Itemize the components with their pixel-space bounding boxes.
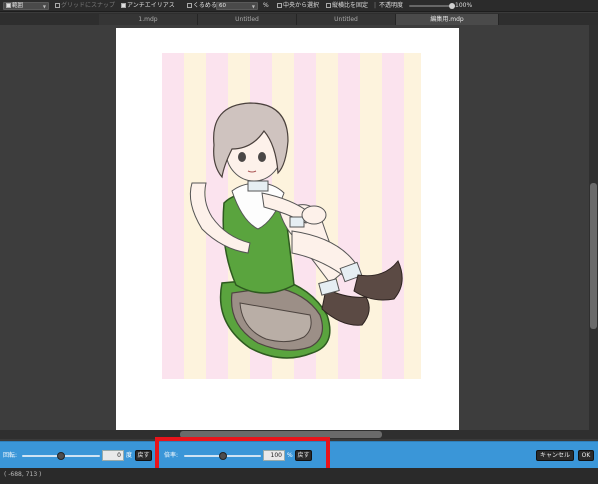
rotate-slider-knob[interactable] [57,452,65,460]
opacity-label: 不透明度 [379,2,404,9]
chevron-down-icon: ▼ [42,4,46,9]
canvas-workspace[interactable] [0,25,589,430]
wrist-cuff [289,216,305,228]
tool-options-bar: 範囲 ▼ グリッドにスナップ アンチエイリアス くるめる 60 ▼ % 中央から… [0,0,598,12]
snap-grid-checkbox[interactable] [55,3,60,8]
aspect-ratio-toggle[interactable]: 縦横比を固定 [326,0,368,12]
center-select-checkbox[interactable] [277,3,282,8]
horizontal-scrollbar-thumb[interactable] [180,431,382,438]
cancel-button[interactable]: キャンセル [536,450,574,461]
opacity-slider[interactable] [409,3,455,9]
background-stripe [404,53,421,379]
tab-document[interactable]: Untitled [198,14,297,25]
center-select-toggle[interactable]: 中央から選択 [277,0,319,12]
contain-value-select[interactable]: 60 ▼ [216,2,258,10]
rotate-label: 回転: [3,452,18,459]
mode-select[interactable]: 範囲 ▼ [3,2,49,10]
scale-unit: % [287,452,293,459]
antialias-checkbox[interactable] [121,3,126,8]
tab-document[interactable]: 1.mdp [99,14,198,25]
canvas-paper[interactable] [116,28,459,430]
rotate-unit: 度 [126,452,133,459]
background-stripe [382,53,404,379]
document-tab-bar: 1.mdp Untitled Untitled 編集用.mdp [0,13,598,25]
contain-unit: % [263,2,269,9]
vertical-scrollbar[interactable] [589,25,598,430]
tab-document[interactable]: 編集用.mdp [396,14,499,25]
scale-reset-button[interactable]: 戻す [295,450,312,461]
status-bar: ( -688, 713 ) [0,468,598,484]
eye-right [258,152,266,162]
transform-bar: 回転: 0 度 戻す 倍率: 100 % 戻す キャンセル OK [0,441,598,468]
scale-slider[interactable] [184,452,261,460]
rotate-value-field[interactable]: 0 [102,450,124,461]
collar [247,180,269,192]
mode-icon [6,3,11,8]
separator: | [374,2,377,9]
ok-button[interactable]: OK [578,450,594,461]
contain-checkbox[interactable] [187,3,192,8]
rotate-reset-button[interactable]: 戻す [135,450,152,461]
artwork-illustration[interactable] [162,53,421,379]
antialias-toggle[interactable]: アンチエイリアス [121,0,175,12]
tab-document[interactable]: Untitled [297,14,396,25]
scale-value-field[interactable]: 100 [263,450,285,461]
scale-label: 倍率: [164,452,179,459]
contain-toggle[interactable]: くるめる [187,0,217,12]
cursor-coordinates: ( -688, 713 ) [4,471,42,478]
rotate-slider[interactable] [22,452,100,460]
snap-grid-toggle[interactable]: グリッドにスナップ [55,0,115,12]
opacity-value: 100% [455,2,473,9]
hands [301,205,327,225]
vertical-scrollbar-thumb[interactable] [590,183,597,329]
aspect-ratio-checkbox[interactable] [326,3,331,8]
background-stripe [360,53,382,379]
background-stripe [338,53,360,379]
eye-left [238,152,246,162]
horizontal-scrollbar[interactable] [0,430,598,439]
background-stripe [162,53,184,379]
chevron-down-icon: ▼ [251,4,255,9]
scale-slider-knob[interactable] [219,452,227,460]
